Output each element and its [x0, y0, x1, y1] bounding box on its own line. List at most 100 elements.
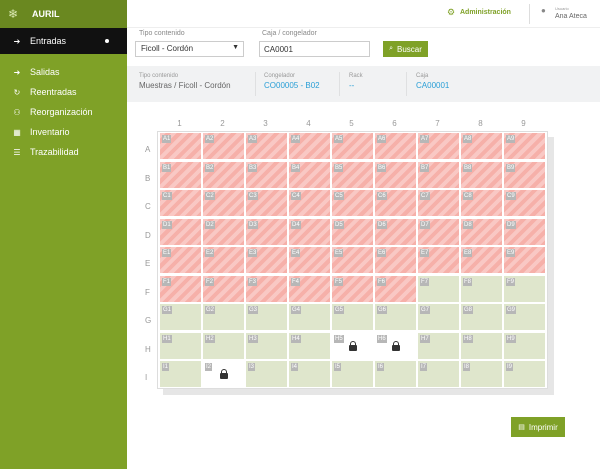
grid-cell[interactable]: G8 — [461, 304, 503, 331]
grid-cell[interactable]: I1 — [160, 361, 202, 388]
grid-cell[interactable]: H4 — [289, 332, 331, 360]
grid-cell[interactable]: G6 — [375, 304, 417, 331]
grid-cell[interactable]: H5 — [332, 332, 374, 360]
grid-cell[interactable]: E2 — [203, 247, 245, 274]
sidebar-item-reorganización[interactable]: ⚇ Reorganización — [0, 102, 127, 122]
grid-cell[interactable]: D5 — [332, 218, 374, 246]
grid-cell[interactable]: F9 — [504, 275, 546, 303]
caja-input[interactable] — [259, 41, 370, 57]
grid-cell[interactable]: C7 — [418, 190, 460, 217]
grid-cell[interactable]: B2 — [203, 161, 245, 189]
grid-cell[interactable]: F6 — [375, 275, 417, 303]
grid-cell[interactable]: D9 — [504, 218, 546, 246]
grid-cell[interactable]: C8 — [461, 190, 503, 217]
grid-cell[interactable]: A2 — [203, 133, 245, 160]
grid-cell[interactable]: E9 — [504, 247, 546, 274]
grid-cell[interactable]: H8 — [461, 332, 503, 360]
grid-cell[interactable]: F2 — [203, 275, 245, 303]
grid-cell[interactable]: C4 — [289, 190, 331, 217]
grid-cell[interactable]: G9 — [504, 304, 546, 331]
grid-cell[interactable]: D4 — [289, 218, 331, 246]
info-caja-value[interactable]: CA00001 — [416, 81, 449, 90]
cell-id: D4 — [291, 220, 301, 229]
grid-cell[interactable]: A6 — [375, 133, 417, 160]
grid-cell[interactable]: C9 — [504, 190, 546, 217]
grid-cell[interactable]: E8 — [461, 247, 503, 274]
print-button[interactable]: ▤ Imprimir — [511, 417, 565, 437]
grid-cell[interactable]: F7 — [418, 275, 460, 303]
sidebar-item-reentradas[interactable]: ↻ Reentradas — [0, 82, 127, 102]
grid-cell[interactable]: I6 — [375, 361, 417, 388]
grid-cell[interactable]: A9 — [504, 133, 546, 160]
grid-cell[interactable]: D2 — [203, 218, 245, 246]
grid-cell[interactable]: E5 — [332, 247, 374, 274]
grid-cell[interactable]: H3 — [246, 332, 288, 360]
grid-cell[interactable]: E7 — [418, 247, 460, 274]
grid-cell[interactable]: C1 — [160, 190, 202, 217]
grid-cell[interactable]: G4 — [289, 304, 331, 331]
grid-cell[interactable]: G2 — [203, 304, 245, 331]
grid-cell[interactable]: H6 — [375, 332, 417, 360]
grid-cell[interactable]: B4 — [289, 161, 331, 189]
grid-cell[interactable]: D6 — [375, 218, 417, 246]
grid-cell[interactable]: A7 — [418, 133, 460, 160]
grid-cell[interactable]: D1 — [160, 218, 202, 246]
grid-cell[interactable]: E6 — [375, 247, 417, 274]
grid-cell[interactable]: D3 — [246, 218, 288, 246]
grid-cell[interactable]: I8 — [461, 361, 503, 388]
grid-cell[interactable]: B1 — [160, 161, 202, 189]
grid-cell[interactable]: C2 — [203, 190, 245, 217]
grid-cell[interactable]: F8 — [461, 275, 503, 303]
grid-cell[interactable]: I7 — [418, 361, 460, 388]
grid-cell[interactable]: C6 — [375, 190, 417, 217]
grid-cell[interactable]: D8 — [461, 218, 503, 246]
admin-link[interactable]: Administración — [460, 9, 511, 16]
grid-cell[interactable]: D7 — [418, 218, 460, 246]
grid-cell[interactable]: A4 — [289, 133, 331, 160]
grid-cell[interactable]: A8 — [461, 133, 503, 160]
grid-cell[interactable]: C5 — [332, 190, 374, 217]
grid-cell[interactable]: H9 — [504, 332, 546, 360]
info-congelador-value[interactable]: CO00005 - B02 — [264, 81, 320, 90]
cell-id: C9 — [506, 192, 516, 200]
grid-cell[interactable]: B5 — [332, 161, 374, 189]
grid-cell[interactable]: I2 — [203, 361, 245, 388]
grid-cell[interactable]: E3 — [246, 247, 288, 274]
grid-cell[interactable]: F1 — [160, 275, 202, 303]
grid-cell[interactable]: B9 — [504, 161, 546, 189]
grid-cell[interactable]: B6 — [375, 161, 417, 189]
grid-cell[interactable]: I9 — [504, 361, 546, 388]
grid-cell[interactable]: F3 — [246, 275, 288, 303]
grid-cell[interactable]: I5 — [332, 361, 374, 388]
grid-cell[interactable]: G3 — [246, 304, 288, 331]
grid-cell[interactable]: E1 — [160, 247, 202, 274]
sidebar-item-salidas[interactable]: ➜ Salidas — [0, 62, 127, 82]
grid-cell[interactable]: H7 — [418, 332, 460, 360]
grid-cell[interactable]: A3 — [246, 133, 288, 160]
grid-cell[interactable]: I3 — [246, 361, 288, 388]
user-name[interactable]: Ana Ateca — [555, 13, 587, 20]
grid-cell[interactable]: G7 — [418, 304, 460, 331]
print-button-label: Imprimir — [528, 422, 558, 432]
grid-cell[interactable]: B8 — [461, 161, 503, 189]
tipo-contenido-select[interactable]: Ficoll - Cordón ▼ — [135, 41, 244, 57]
grid-cell[interactable]: H1 — [160, 332, 202, 360]
sidebar-item-inventario[interactable]: ▦ Inventario — [0, 122, 127, 142]
sidebar-item-entradas[interactable]: ➔ Entradas — [0, 28, 127, 54]
grid-cell[interactable]: B3 — [246, 161, 288, 189]
grid-cell[interactable]: F4 — [289, 275, 331, 303]
grid-cell[interactable]: G1 — [160, 304, 202, 331]
grid-cell[interactable]: H2 — [203, 332, 245, 360]
gears-icon[interactable]: ⚙ — [447, 7, 455, 18]
grid-cell[interactable]: C3 — [246, 190, 288, 217]
search-button[interactable]: ⌕ Buscar — [383, 41, 428, 57]
sidebar-item-trazabilidad[interactable]: ☰ Trazabilidad — [0, 142, 127, 162]
grid-cell[interactable]: G5 — [332, 304, 374, 331]
grid-cell[interactable]: A1 — [160, 133, 202, 160]
grid-cell[interactable]: F5 — [332, 275, 374, 303]
grid-cell[interactable]: A5 — [332, 133, 374, 160]
grid-cell[interactable]: E4 — [289, 247, 331, 274]
cell-id: D8 — [463, 220, 473, 229]
grid-cell[interactable]: B7 — [418, 161, 460, 189]
grid-cell[interactable]: I4 — [289, 361, 331, 388]
